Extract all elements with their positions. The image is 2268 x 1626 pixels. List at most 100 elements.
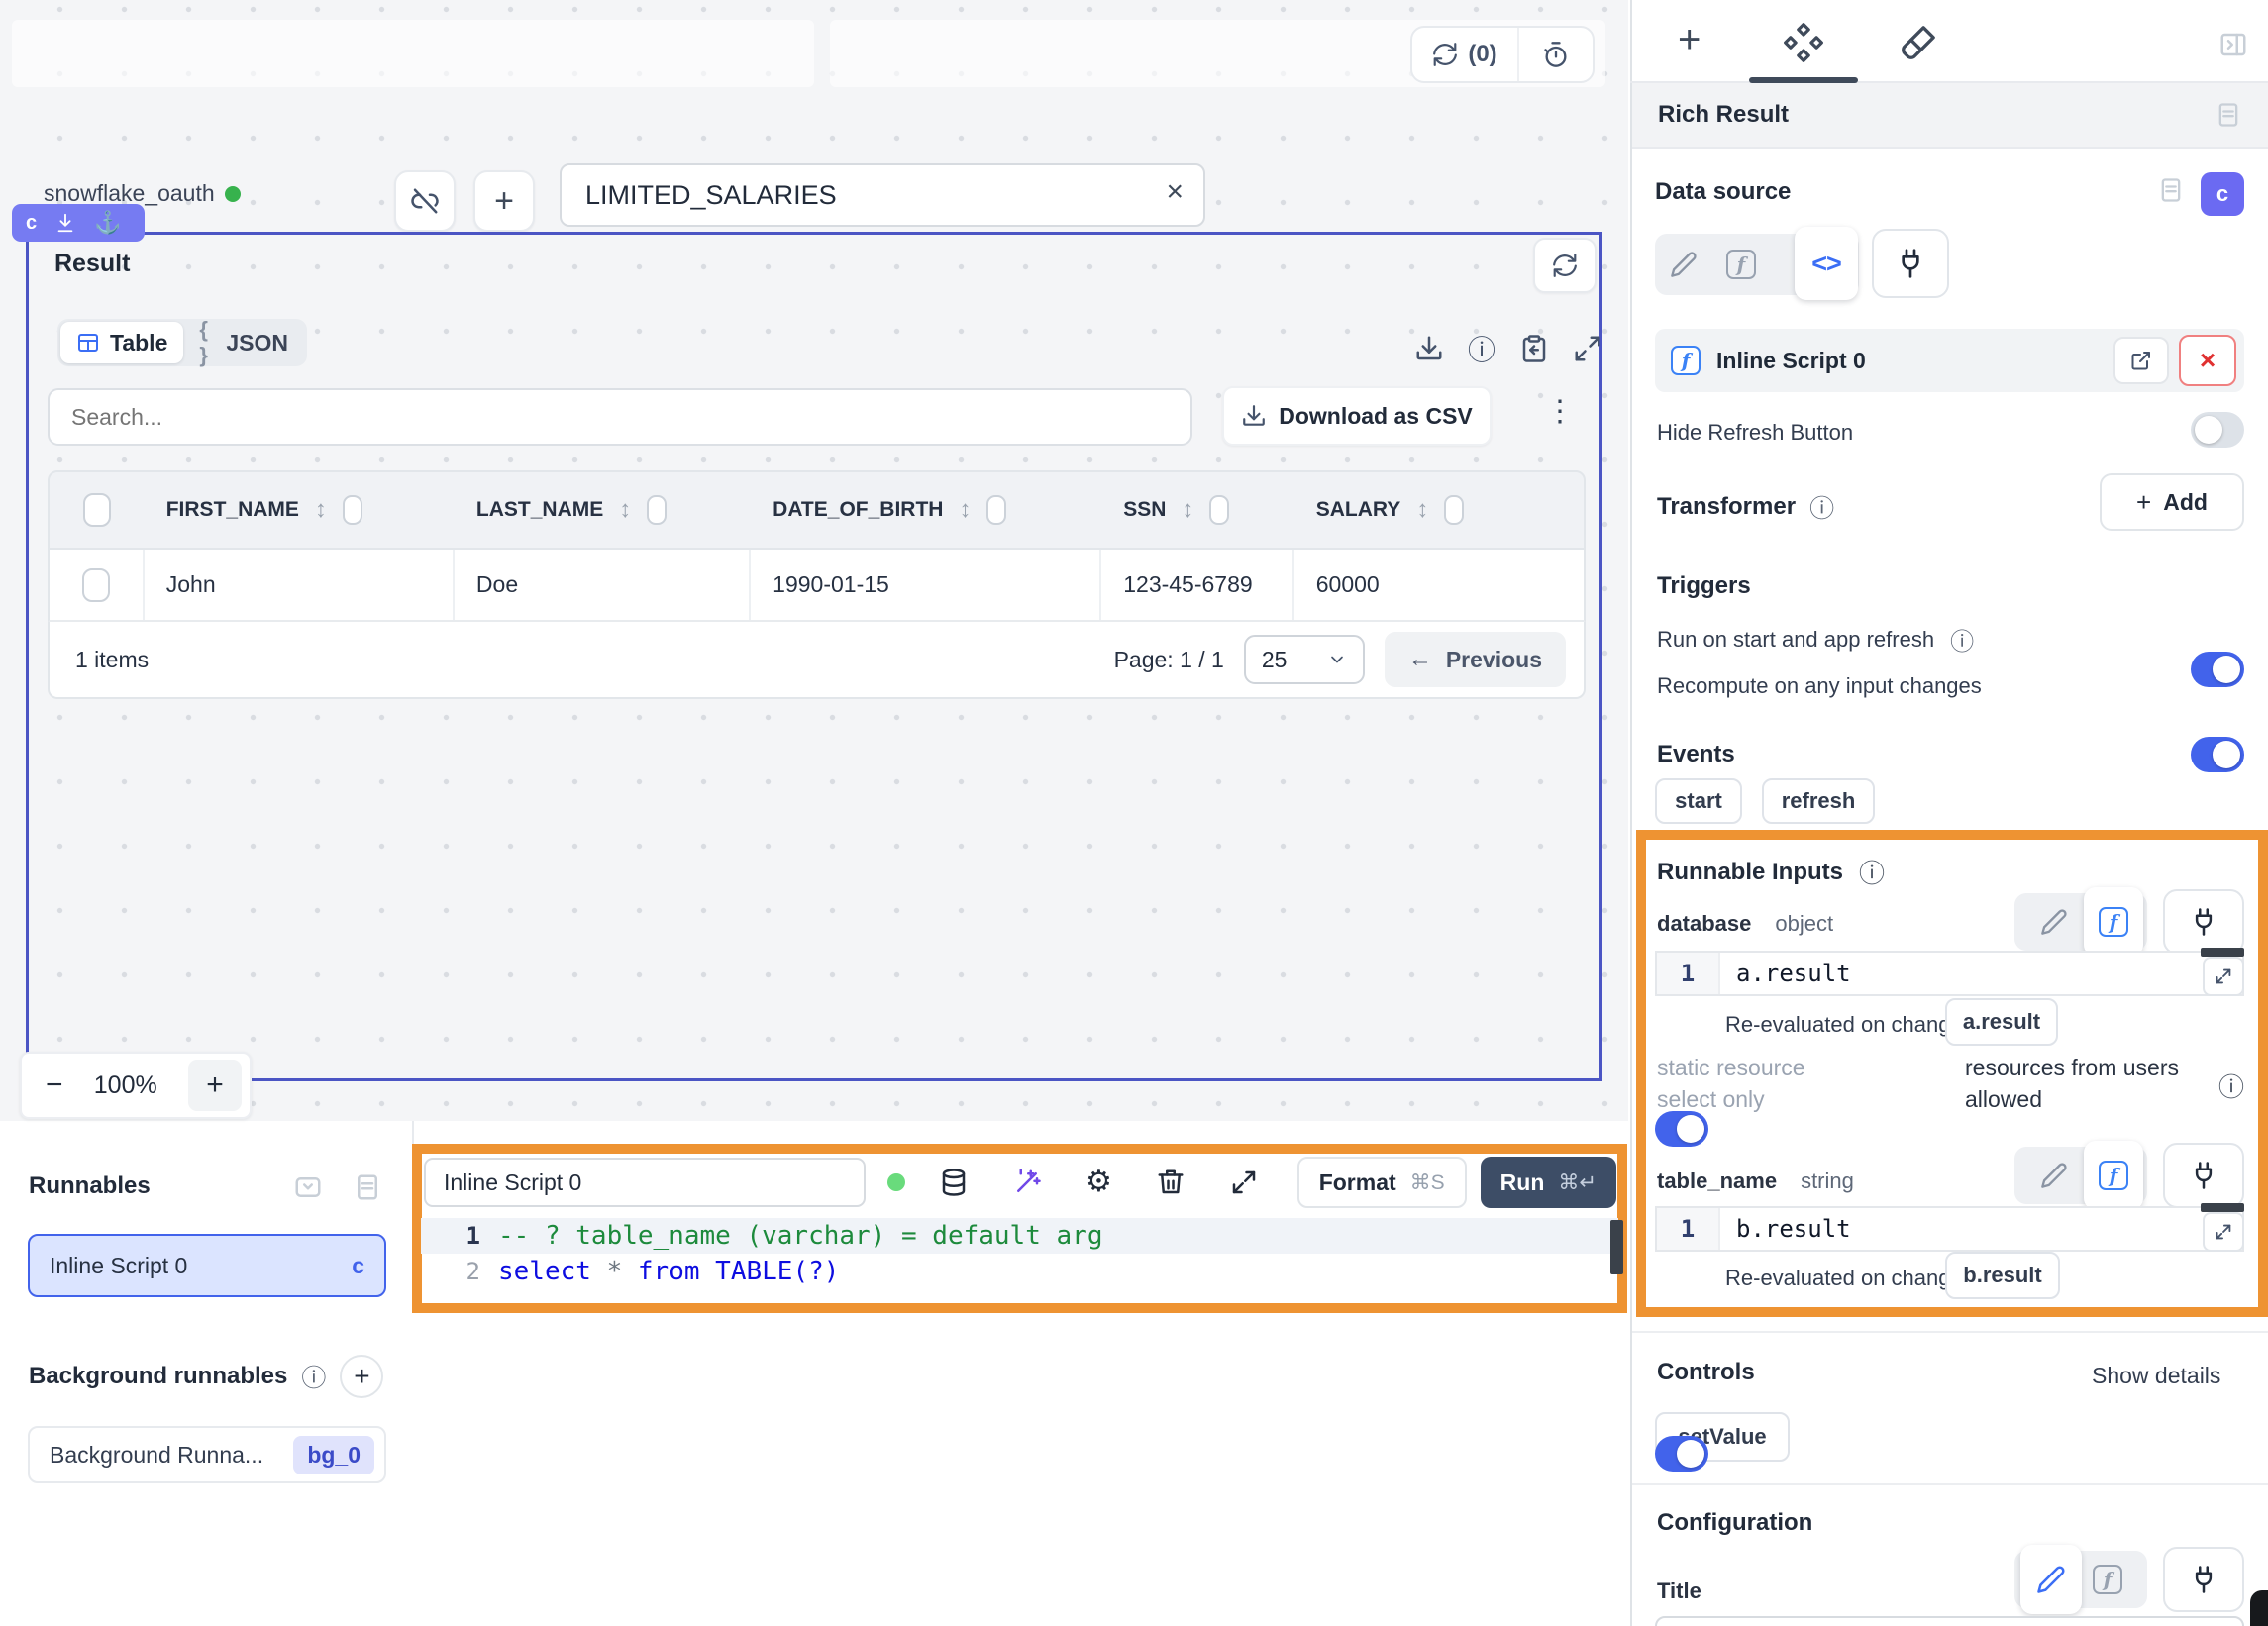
sort-icon[interactable]: ↕ [1416, 496, 1428, 524]
connect-database-button[interactable] [2163, 889, 2244, 955]
open-script-button[interactable] [2113, 337, 2169, 384]
ai-wand-icon[interactable] [1012, 1168, 1042, 1197]
hide-refresh-toggle[interactable] [2191, 412, 2244, 448]
event-chip-start[interactable]: start [1655, 778, 1742, 824]
row-checkbox[interactable] [82, 568, 110, 602]
expand-editor-icon[interactable] [1229, 1168, 1259, 1197]
expand-expr-button[interactable] [2203, 957, 2244, 996]
reeval-target-chip[interactable]: b.result [1945, 1252, 2060, 1299]
doc-icon[interactable] [2215, 101, 2242, 129]
recompute-toggle[interactable] [2191, 737, 2244, 772]
connect-title-button[interactable] [2163, 1547, 2244, 1612]
anchor-icon[interactable]: ⚓ [94, 210, 121, 236]
add-component-button[interactable]: + [473, 170, 535, 232]
script-name-input[interactable] [444, 1160, 850, 1205]
column-toggle[interactable] [1209, 495, 1229, 525]
pencil-mode-icon[interactable] [2040, 908, 2068, 936]
column-toggle[interactable] [986, 495, 1006, 525]
column-toggle[interactable] [343, 495, 362, 525]
connect-table-name-button[interactable] [2163, 1143, 2244, 1208]
tab-table[interactable]: Table [60, 322, 183, 363]
info-icon[interactable]: ⓘ [301, 1359, 326, 1394]
copy-result-icon[interactable] [1519, 334, 1549, 363]
table-name-eval-mode-selected[interactable]: f [2084, 1141, 2143, 1210]
fullscreen-icon[interactable] [1573, 334, 1602, 363]
sort-icon[interactable]: ↕ [315, 496, 327, 524]
sql-code-editor[interactable]: 1 -- ? table_name (varchar) = default ar… [421, 1218, 1618, 1289]
table-menu-kebab[interactable]: ⋮ [1545, 394, 1575, 429]
title-static-mode-selected[interactable] [2020, 1545, 2082, 1614]
database-eval-mode-selected[interactable]: f [2084, 887, 2143, 957]
history-button[interactable] [1519, 28, 1593, 81]
sort-icon[interactable]: ↕ [959, 496, 971, 524]
run-button[interactable]: Run ⌘↵ [1481, 1157, 1616, 1208]
expand-down-icon[interactable] [54, 212, 76, 234]
info-icon[interactable]: ⓘ [1468, 329, 1495, 368]
runnable-item-inline-script-0[interactable]: Inline Script 0 c [28, 1234, 386, 1297]
sort-icon[interactable]: ↕ [619, 496, 631, 524]
download-csv-button[interactable]: Download as CSV [1222, 386, 1492, 446]
doc-icon[interactable] [2157, 176, 2185, 204]
format-button[interactable]: Format ⌘S [1297, 1157, 1467, 1208]
download-icon[interactable] [1414, 334, 1444, 363]
add-transformer-button[interactable]: + Add [2100, 473, 2244, 531]
trash-icon[interactable] [1156, 1168, 1186, 1197]
tab-insert[interactable]: + [1678, 18, 1701, 62]
table-name-expr-editor[interactable]: 1 b.result [1655, 1206, 2244, 1252]
info-icon[interactable]: ⓘ [1859, 854, 1885, 890]
editor-scrollbar-thumb[interactable] [1610, 1220, 1623, 1274]
docs-icon[interactable] [353, 1172, 382, 1202]
component-panel-title: Rich Result [1658, 101, 1789, 129]
run-on-start-toggle[interactable] [2191, 652, 2244, 687]
event-chip-refresh[interactable]: refresh [1762, 778, 1875, 824]
tab-component-settings[interactable] [1783, 22, 1824, 63]
title-value-input[interactable] [1655, 1616, 2244, 1626]
tab-styling-brush[interactable] [1900, 22, 1939, 61]
pencil-mode-icon[interactable] [1670, 251, 1698, 278]
component-toolbar-chip[interactable]: c ⚓ [12, 204, 145, 242]
runnable-item-background-0[interactable]: Background Runna... bg_0 [28, 1426, 386, 1483]
previous-page-button[interactable]: ← Previous [1385, 632, 1566, 687]
column-toggle[interactable] [647, 495, 667, 525]
collapse-runnables-icon[interactable] [293, 1172, 323, 1202]
show-details-link[interactable]: Show details [2092, 1363, 2220, 1389]
table-row[interactable]: John Doe 1990-01-15 123-45-6789 60000 [48, 550, 1586, 622]
result-refresh-button[interactable] [1533, 238, 1597, 293]
search-input[interactable] [71, 390, 1161, 444]
remove-script-button[interactable]: × [2179, 335, 2236, 386]
pencil-mode-icon[interactable] [2040, 1162, 2068, 1189]
page-size-select[interactable]: 25 [1244, 635, 1365, 684]
table-select-input[interactable] [585, 165, 1140, 225]
info-icon[interactable]: ⓘ [1809, 489, 1834, 525]
gear-icon[interactable]: ⚙ [1085, 1168, 1112, 1197]
info-icon[interactable]: ⓘ [1950, 622, 1974, 657]
database-reeval-toggle[interactable] [1655, 1111, 1708, 1147]
database-expr-editor[interactable]: 1 a.result [1655, 951, 2244, 996]
expand-expr-button[interactable] [2203, 1212, 2244, 1252]
app-refresh-button[interactable]: (0) [1412, 28, 1519, 81]
grid-cell-placeholder [12, 20, 814, 87]
data-source-script-row[interactable]: f Inline Script 0 × [1655, 329, 2244, 392]
plus-icon: + [2136, 487, 2151, 518]
clear-input-icon[interactable]: × [1166, 175, 1184, 209]
function-mode-icon[interactable]: f [2093, 1565, 2122, 1594]
database-icon[interactable] [939, 1168, 969, 1197]
code-mode-button-selected[interactable]: <> [1795, 227, 1858, 300]
tab-json[interactable]: { } JSON [183, 322, 304, 363]
collapse-panel-icon[interactable] [2218, 30, 2248, 59]
function-mode-icon[interactable]: f [1726, 250, 1756, 279]
unlink-button[interactable] [394, 170, 456, 232]
info-icon[interactable]: ⓘ [2218, 1067, 2244, 1104]
select-all-checkbox[interactable] [83, 493, 111, 527]
result-title: Result [54, 250, 130, 278]
sort-icon[interactable]: ↕ [1182, 496, 1193, 524]
connect-input-button[interactable] [1872, 229, 1949, 298]
zoom-out-button[interactable]: − [46, 1068, 63, 1102]
zoom-in-button[interactable]: + [188, 1060, 242, 1111]
add-background-runnable-button[interactable]: + [340, 1355, 383, 1398]
component-id-badge[interactable]: c [2201, 172, 2244, 216]
column-toggle[interactable] [1444, 495, 1464, 525]
reeval-target-chip[interactable]: a.result [1945, 998, 2058, 1046]
table-name-reeval-toggle[interactable] [1655, 1436, 1708, 1472]
connection-label[interactable]: snowflake_oauth [44, 180, 241, 207]
